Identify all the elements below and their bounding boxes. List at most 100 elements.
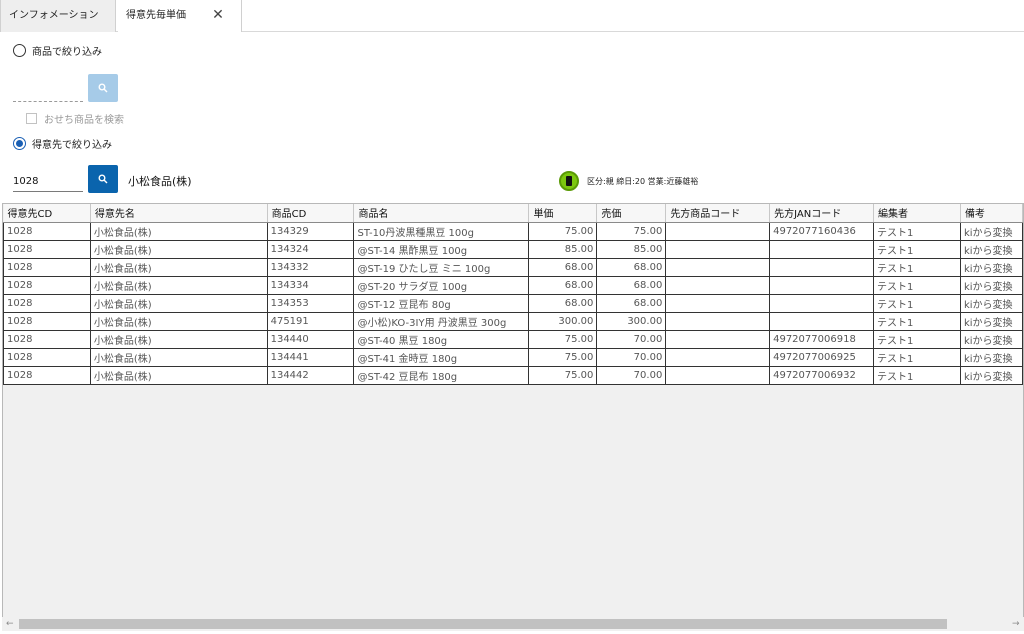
table-cell[interactable]: 134441 <box>266 347 355 367</box>
table-cell[interactable]: 4972077006932 <box>769 365 875 385</box>
table-cell[interactable]: 1028 <box>3 257 91 277</box>
table-cell[interactable]: 68.00 <box>596 293 667 313</box>
table-cell[interactable]: 1028 <box>3 329 91 349</box>
table-cell[interactable]: kiから変換 <box>959 221 1023 241</box>
table-cell[interactable]: 75.00 <box>528 329 598 349</box>
table-row[interactable]: 1028 小松食品(株) 134441 @ST-41 金時豆 180g 75.00 70.… <box>3 347 1023 367</box>
table-cell[interactable]: 小松食品(株) <box>89 329 268 349</box>
table-cell[interactable] <box>769 311 875 331</box>
table-cell[interactable]: @ST-42 豆昆布 180g <box>353 365 530 385</box>
table-row[interactable]: 1028 小松食品(株) 475191 @小松)KO-3IY用 丹波黒豆 300g 30… <box>3 311 1023 331</box>
table-cell[interactable]: 1028 <box>3 239 91 259</box>
scroll-right-icon[interactable]: → <box>1012 617 1020 631</box>
table-cell[interactable]: @ST-40 黒豆 180g <box>353 329 530 349</box>
customer-filter-radio[interactable] <box>13 136 26 150</box>
tab-information[interactable]: インフォメーション <box>0 0 116 32</box>
column-header[interactable]: 先方JANコード <box>769 204 875 223</box>
table-cell[interactable]: @ST-20 サラダ豆 100g <box>353 275 530 295</box>
table-cell[interactable] <box>665 239 771 259</box>
table-row[interactable]: 1028 小松食品(株) 134334 @ST-20 サラダ豆 100g 68.00 68… <box>3 275 1023 295</box>
table-cell[interactable] <box>665 275 771 295</box>
table-cell[interactable]: kiから変換 <box>959 275 1023 295</box>
table-cell[interactable]: テスト1 <box>873 239 961 259</box>
table-cell[interactable]: 475191 <box>266 311 355 331</box>
table-cell[interactable]: 70.00 <box>596 365 667 385</box>
table-cell[interactable] <box>665 329 771 349</box>
table-cell[interactable]: テスト1 <box>873 257 961 277</box>
table-cell[interactable] <box>769 257 875 277</box>
table-row[interactable]: 1028 小松食品(株) 134442 @ST-42 豆昆布 180g 75.00 70.… <box>3 365 1023 385</box>
table-cell[interactable]: 小松食品(株) <box>89 239 268 259</box>
table-cell[interactable]: テスト1 <box>873 293 961 313</box>
column-header[interactable]: 得意先名 <box>90 204 268 223</box>
column-header[interactable]: 商品名 <box>353 204 530 223</box>
table-cell[interactable] <box>665 293 771 313</box>
table-row[interactable]: 1028 小松食品(株) 134440 @ST-40 黒豆 180g 75.00 70.0… <box>3 329 1023 349</box>
table-cell[interactable]: 68.00 <box>528 275 598 295</box>
table-cell[interactable]: 小松食品(株) <box>89 293 268 313</box>
column-header[interactable]: 単価 <box>528 204 598 223</box>
table-cell[interactable]: 75.00 <box>528 365 598 385</box>
table-cell[interactable] <box>769 293 875 313</box>
table-cell[interactable]: 134329 <box>266 221 355 241</box>
table-cell[interactable]: テスト1 <box>873 329 961 349</box>
table-cell[interactable]: 4972077006918 <box>769 329 875 349</box>
table-cell[interactable]: kiから変換 <box>959 365 1023 385</box>
table-cell[interactable]: 1028 <box>3 293 91 313</box>
table-cell[interactable]: 68.00 <box>528 293 598 313</box>
column-header[interactable]: 編集者 <box>873 204 961 223</box>
table-cell[interactable]: 小松食品(株) <box>89 365 268 385</box>
table-cell[interactable]: 1028 <box>3 347 91 367</box>
table-cell[interactable]: 1028 <box>3 311 91 331</box>
table-cell[interactable]: 70.00 <box>596 329 667 349</box>
column-header[interactable]: 商品CD <box>267 204 355 223</box>
table-cell[interactable]: 1028 <box>3 365 91 385</box>
customer-code-input[interactable]: 1028 <box>13 172 83 192</box>
table-cell[interactable]: kiから変換 <box>959 347 1023 367</box>
table-cell[interactable]: 小松食品(株) <box>89 275 268 295</box>
scroll-left-icon[interactable]: ← <box>6 617 14 631</box>
table-cell[interactable] <box>665 221 771 241</box>
table-cell[interactable]: 4972077006925 <box>769 347 875 367</box>
scrollbar-thumb[interactable] <box>19 619 947 629</box>
table-cell[interactable]: 134353 <box>266 293 355 313</box>
table-cell[interactable]: kiから変換 <box>959 293 1023 313</box>
table-cell[interactable]: 134440 <box>266 329 355 349</box>
table-cell[interactable] <box>665 257 771 277</box>
table-cell[interactable]: kiから変換 <box>959 311 1023 331</box>
table-row[interactable]: 1028 小松食品(株) 134353 @ST-12 豆昆布 80g 68.00 68.0… <box>3 293 1023 313</box>
table-cell[interactable]: kiから変換 <box>959 329 1023 349</box>
table-cell[interactable]: 134324 <box>266 239 355 259</box>
table-cell[interactable]: 68.00 <box>528 257 598 277</box>
table-row[interactable]: 1028 小松食品(株) 134329 ST-10丹波黒種黒豆 100g 75.00 75… <box>3 221 1023 241</box>
table-cell[interactable]: 85.00 <box>596 239 667 259</box>
table-cell[interactable]: 75.00 <box>596 221 667 241</box>
column-header[interactable]: 売価 <box>596 204 667 223</box>
table-cell[interactable]: テスト1 <box>873 347 961 367</box>
horizontal-scrollbar[interactable]: ← → <box>2 617 1024 631</box>
table-cell[interactable]: 300.00 <box>596 311 667 331</box>
table-cell[interactable]: @ST-12 豆昆布 80g <box>353 293 530 313</box>
table-row[interactable]: 1028 小松食品(株) 134332 @ST-19 ひたし豆 ミニ 100g 68.0… <box>3 257 1023 277</box>
table-cell[interactable]: 1028 <box>3 221 91 241</box>
table-cell[interactable]: 85.00 <box>528 239 598 259</box>
product-filter-option[interactable]: 商品で絞り込み <box>13 42 102 58</box>
table-cell[interactable]: テスト1 <box>873 365 961 385</box>
customer-filter-option[interactable]: 得意先で絞り込み <box>13 135 112 151</box>
close-icon[interactable]: ✕ <box>208 0 228 32</box>
table-cell[interactable]: 小松食品(株) <box>89 257 268 277</box>
table-cell[interactable]: @ST-19 ひたし豆 ミニ 100g <box>353 257 530 277</box>
column-header[interactable]: 先方商品コード <box>665 204 771 223</box>
table-cell[interactable]: ST-10丹波黒種黒豆 100g <box>353 221 530 241</box>
table-cell[interactable]: @ST-41 金時豆 180g <box>353 347 530 367</box>
table-cell[interactable]: 4972077160436 <box>769 221 875 241</box>
table-cell[interactable]: テスト1 <box>873 311 961 331</box>
table-cell[interactable] <box>665 365 771 385</box>
table-cell[interactable]: @小松)KO-3IY用 丹波黒豆 300g <box>353 311 530 331</box>
table-cell[interactable]: テスト1 <box>873 221 961 241</box>
table-cell[interactable] <box>665 311 771 331</box>
table-cell[interactable]: 134332 <box>266 257 355 277</box>
table-cell[interactable] <box>769 239 875 259</box>
table-cell[interactable]: 小松食品(株) <box>89 311 268 331</box>
table-cell[interactable] <box>769 275 875 295</box>
